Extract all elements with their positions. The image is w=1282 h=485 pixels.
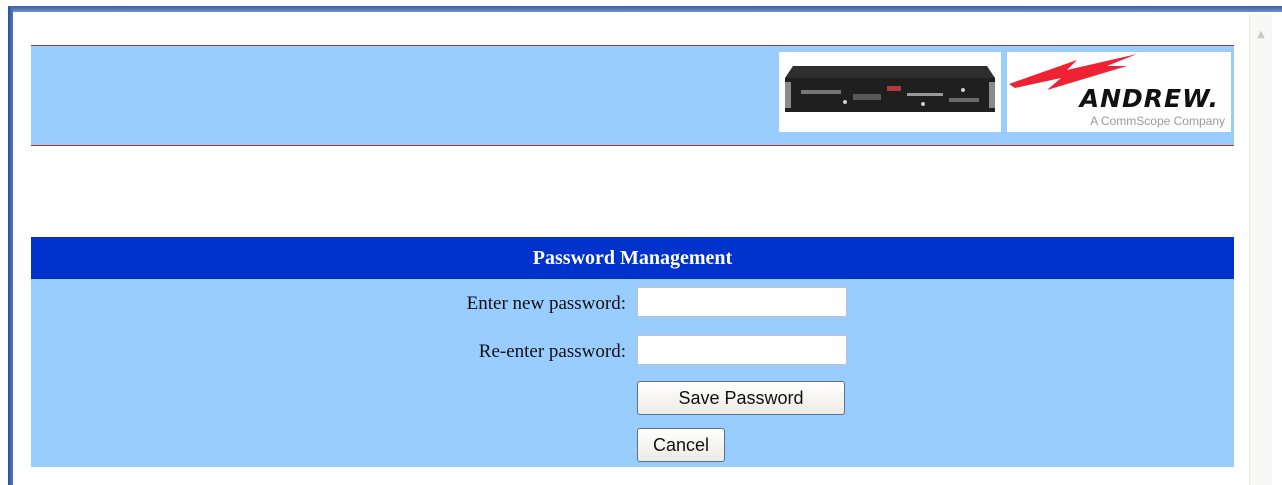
vertical-scrollbar[interactable]: ▲ bbox=[1249, 14, 1272, 485]
panel-title: Password Management bbox=[31, 237, 1234, 279]
password-management-panel: Password Management Enter new password: … bbox=[31, 237, 1234, 467]
reenter-password-input[interactable] bbox=[637, 335, 847, 365]
device-chassis-image bbox=[785, 66, 995, 112]
device-image bbox=[779, 52, 1001, 132]
browser-page: ▲ ANDREW. A CommScope Company Password M… bbox=[0, 0, 1282, 485]
reenter-password-label: Re-enter password: bbox=[478, 341, 626, 362]
save-password-button[interactable]: Save Password bbox=[637, 381, 845, 415]
new-password-label: Enter new password: bbox=[466, 293, 626, 314]
logo-brand-text: ANDREW. bbox=[1079, 84, 1219, 113]
scroll-up-icon[interactable]: ▲ bbox=[1254, 28, 1268, 42]
cancel-button[interactable]: Cancel bbox=[637, 428, 725, 462]
window-frame-top bbox=[8, 6, 1282, 12]
andrew-logo: ANDREW. A CommScope Company bbox=[1007, 52, 1231, 132]
new-password-input[interactable] bbox=[637, 287, 847, 317]
logo-tagline: A CommScope Company bbox=[1090, 114, 1225, 128]
window-frame-left bbox=[8, 6, 13, 485]
